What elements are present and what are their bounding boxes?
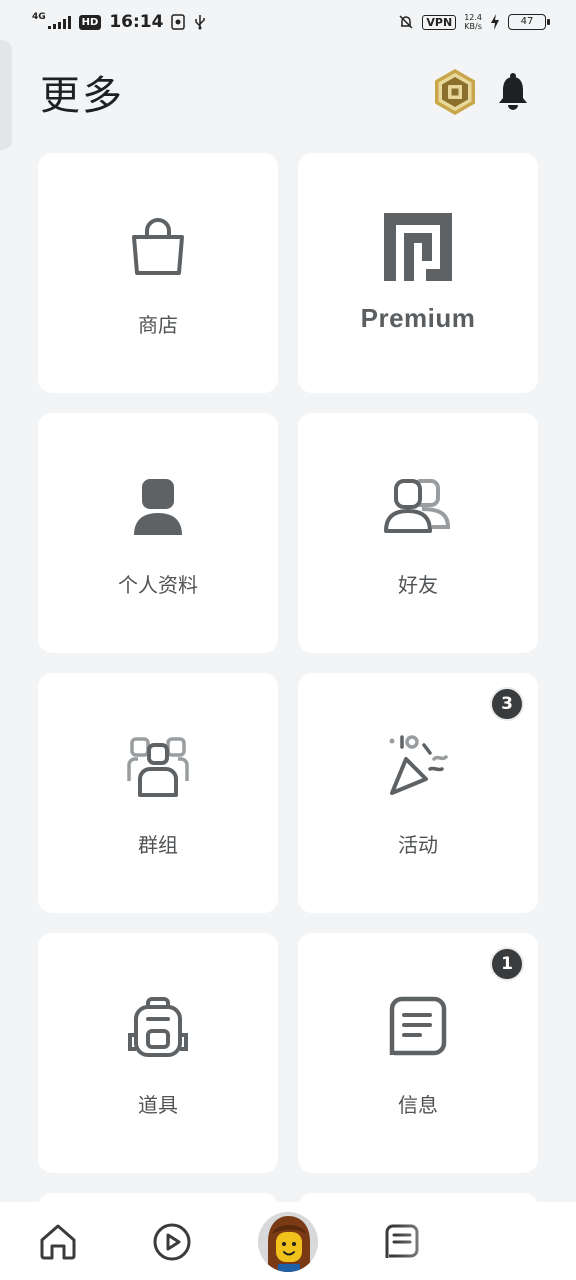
tile-label: 信息 [398, 1093, 438, 1117]
profile-icon [134, 479, 182, 535]
tile-messages[interactable]: 1 信息 [298, 933, 538, 1173]
tile-inventory[interactable]: 道具 [38, 933, 278, 1173]
tile-profile[interactable]: 个人资料 [38, 413, 278, 653]
page-header: 更多 [0, 60, 576, 124]
tile-groups[interactable]: 群组 [38, 673, 278, 913]
status-bar: 4G HD 16:14 VPN 12.4 KB/s 47 [0, 0, 576, 44]
tile-label: 道具 [138, 1093, 178, 1117]
notification-bell-icon[interactable] [496, 72, 530, 112]
notification-count-badge: 1 [490, 947, 524, 981]
vpn-indicator: VPN [422, 14, 457, 30]
message-icon [389, 996, 447, 1056]
tile-events[interactable]: 3 活动 [298, 673, 538, 913]
robux-icon[interactable] [430, 67, 480, 117]
notification-count-badge: 3 [490, 687, 524, 721]
notification-icon [171, 14, 186, 30]
backpack-icon [128, 997, 188, 1057]
avatar[interactable] [258, 1212, 318, 1272]
groups-icon [127, 737, 189, 797]
avatar-image [258, 1212, 318, 1272]
tile-shop[interactable]: 商店 [38, 153, 278, 393]
tile-label: 好友 [398, 573, 438, 597]
nav-fade-overlay [396, 1210, 576, 1280]
network-type: 4G [32, 11, 46, 22]
more-menu-grid: 商店 Premium 个人资料 好友 群组 3 活动 道具 1 信息 [38, 153, 538, 1233]
bottom-navigation [0, 1202, 576, 1280]
party-popper-icon [389, 735, 448, 795]
network-speed: 12.4 KB/s [464, 13, 482, 31]
signal-icon [47, 15, 71, 29]
tile-label: 活动 [398, 833, 438, 857]
tile-label: Premium [360, 303, 476, 333]
home-icon[interactable] [38, 1222, 78, 1262]
tile-label: 商店 [138, 313, 178, 337]
tile-label: 个人资料 [118, 573, 198, 597]
shopping-bag-icon [132, 218, 184, 275]
clock: 16:14 [109, 12, 164, 32]
usb-icon [195, 15, 206, 30]
premium-icon [384, 213, 452, 281]
mute-notification-icon [399, 15, 413, 29]
friends-icon [384, 479, 451, 533]
tile-premium[interactable]: Premium [298, 153, 538, 393]
battery-indicator: 47 [508, 14, 550, 30]
play-icon[interactable] [152, 1222, 192, 1262]
hd-badge: HD [78, 14, 102, 30]
tile-label: 群组 [138, 833, 178, 857]
charging-icon [491, 14, 499, 30]
tile-friends[interactable]: 好友 [298, 413, 538, 653]
page-title: 更多 [40, 73, 124, 119]
